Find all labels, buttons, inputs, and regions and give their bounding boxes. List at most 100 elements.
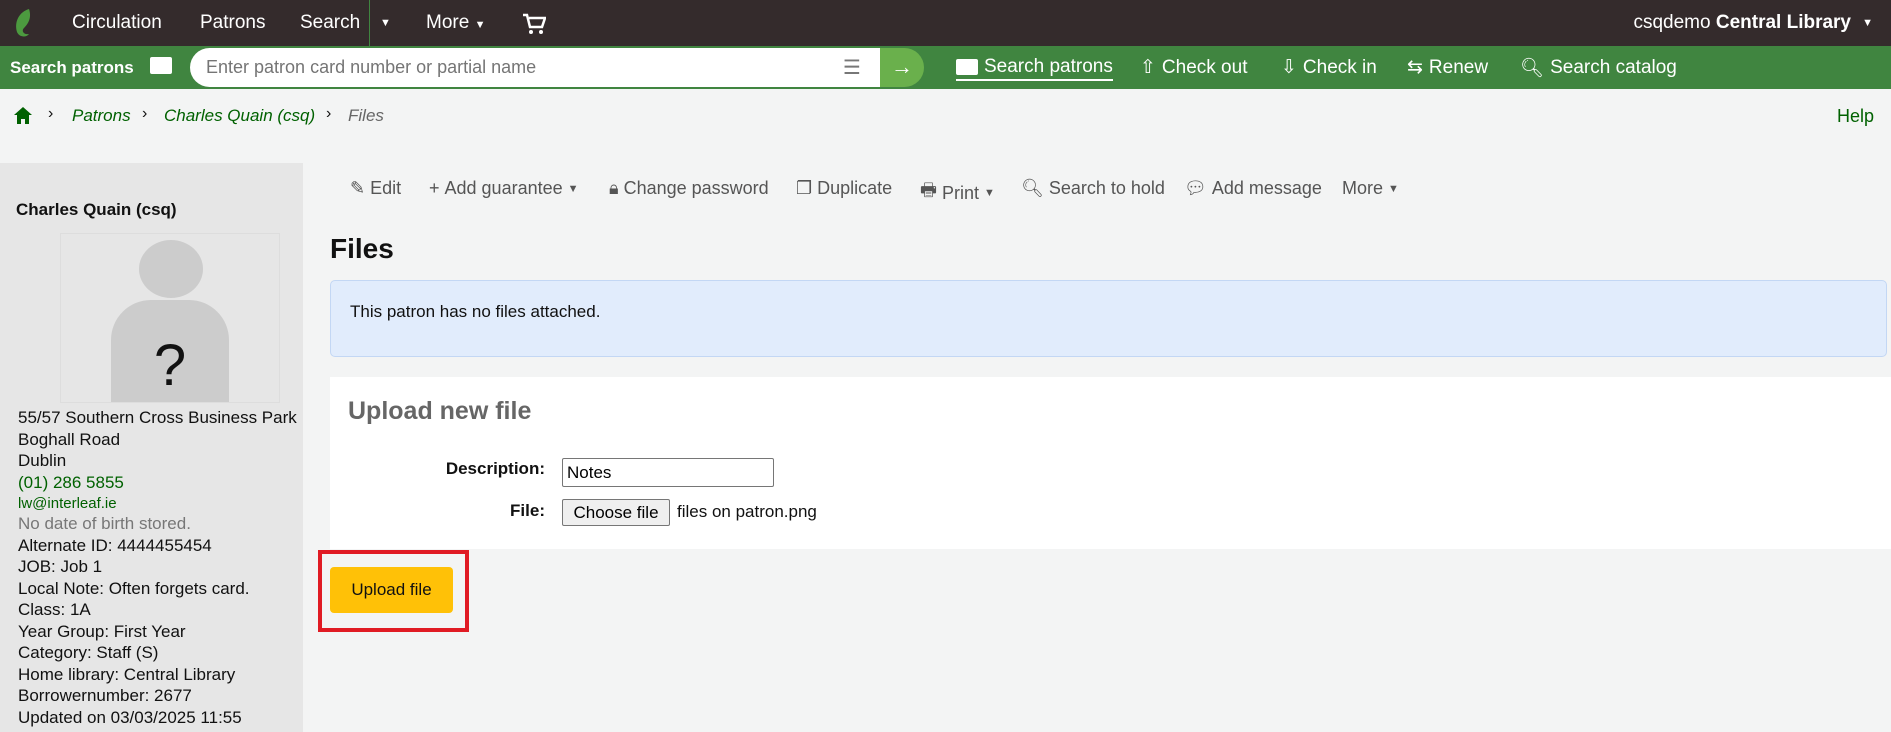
search-to-hold-button[interactable]: 🔍︎ Search to hold	[1021, 178, 1165, 199]
detail-line: Category: Staff (S)	[18, 643, 159, 662]
detail-line: Borrowernumber: 2677	[18, 686, 192, 705]
link-label: Check out	[1161, 56, 1248, 78]
renew-icon: ⇆	[1407, 57, 1423, 78]
choose-file-button[interactable]: Choose file	[562, 499, 670, 526]
link-label: Check in	[1302, 56, 1377, 78]
detail-line: Home library: Central Library	[18, 665, 236, 684]
nav-circulation[interactable]: Circulation	[72, 12, 162, 34]
patron-photo[interactable]: ?	[60, 233, 280, 403]
breadcrumb-patron[interactable]: Charles Quain (csq)	[164, 106, 315, 126]
breadcrumb-patrons[interactable]: Patrons	[72, 106, 131, 126]
library-name: Central Library	[1715, 12, 1851, 33]
home-icon[interactable]	[14, 107, 32, 124]
detail-line: Local Note: Often forgets card.	[18, 579, 250, 598]
unknown-avatar-icon: ?	[111, 300, 229, 402]
nav-more-label: More	[426, 12, 470, 33]
address-line: 55/57 Southern Cross Business Park	[18, 408, 297, 427]
comment-icon: 💬︎	[1184, 178, 1207, 198]
cart-icon[interactable]	[522, 13, 546, 35]
chevron-down-icon: ▼	[474, 19, 486, 31]
breadcrumb-separator: ›	[48, 105, 54, 122]
link-search-patrons[interactable]: Search patrons	[956, 56, 1113, 81]
duplicate-button[interactable]: ❐ Duplicate	[796, 178, 892, 199]
search-options-icon[interactable]: ☰	[843, 55, 861, 80]
print-button[interactable]: 🖶︎ Print ▼	[920, 178, 995, 208]
patron-search-input[interactable]	[206, 52, 826, 83]
user-menu[interactable]: csqdemo Central Library	[1633, 12, 1851, 34]
link-label: Search patrons	[984, 56, 1113, 77]
nav-more[interactable]: More ▼	[426, 12, 485, 34]
label: Change password	[623, 178, 769, 198]
description-input[interactable]	[562, 458, 774, 487]
chevron-down-icon: ▼	[984, 187, 995, 199]
label: Add message	[1211, 178, 1322, 198]
download-icon: ⇩	[1281, 57, 1297, 78]
divider	[369, 0, 370, 46]
patron-phone[interactable]: (01) 286 5855	[18, 472, 124, 494]
nav-patrons[interactable]: Patrons	[200, 12, 265, 34]
username: csqdemo	[1633, 12, 1711, 33]
chevron-down-icon[interactable]: ▼	[1862, 17, 1873, 29]
more-button[interactable]: More ▼	[1342, 178, 1399, 199]
label: Duplicate	[817, 178, 893, 198]
upload-form-panel: Upload new file Description: File: Choos…	[330, 377, 1891, 549]
top-navbar: Circulation Patrons Search ▼ More ▼ csqd…	[0, 0, 1891, 46]
info-message: This patron has no files attached.	[350, 302, 601, 321]
breadcrumb-current: Files	[348, 106, 384, 125]
search-dropdown-caret-icon[interactable]: ▼	[380, 17, 391, 29]
label: Search to hold	[1048, 178, 1165, 198]
upload-heading: Upload new file	[348, 397, 532, 425]
patron-card-icon	[956, 59, 978, 75]
patron-sidebar: Charles Quain (csq) ? 55/57 Southern Cro…	[0, 163, 303, 732]
address-line: Dublin	[18, 451, 67, 470]
lock-icon: 🔒︎	[609, 178, 619, 198]
label: Edit	[370, 178, 402, 198]
patron-dob: No date of birth stored.	[18, 514, 191, 533]
info-alert: This patron has no files attached.	[330, 280, 1887, 357]
label: More	[1342, 178, 1384, 198]
detail-line: JOB: Job 1	[18, 557, 103, 576]
file-label: File:	[510, 501, 545, 520]
selected-filename: files on patron.png	[677, 502, 817, 521]
page-title: Files	[330, 233, 394, 264]
help-link[interactable]: Help	[1837, 106, 1874, 127]
link-renew[interactable]: ⇆ Renew	[1407, 56, 1488, 79]
upload-icon: ⇧	[1140, 57, 1156, 78]
description-label: Description:	[445, 459, 545, 478]
change-password-button[interactable]: 🔒︎ Change password	[609, 178, 769, 199]
copy-icon: ❐	[796, 178, 813, 198]
search-submit-arrow-icon[interactable]: →	[880, 48, 924, 87]
detail-line: Class: 1A	[18, 600, 91, 619]
address-line: Boghall Road	[18, 430, 121, 449]
detail-line: Alternate ID: 4444455454	[18, 536, 212, 555]
search-type-label[interactable]: Search patrons	[10, 58, 134, 78]
add-guarantee-button[interactable]: + Add guarantee ▼	[429, 178, 579, 199]
link-label: Renew	[1428, 56, 1489, 78]
patron-email[interactable]: lw@interleaf.ie	[18, 493, 117, 515]
breadcrumb-separator: ›	[142, 105, 148, 122]
label: Add guarantee	[444, 178, 563, 198]
label: Print	[942, 182, 980, 203]
koha-logo-icon[interactable]	[13, 8, 37, 38]
search-bar: Search patrons ☰ → Search patrons ⇧Check…	[0, 46, 1891, 89]
plus-icon: +	[429, 178, 440, 198]
link-check-out[interactable]: ⇧ Check out	[1140, 56, 1247, 79]
link-label: Search catalog	[1550, 57, 1677, 78]
detail-line: Year Group: First Year	[18, 622, 186, 641]
chevron-down-icon: ▼	[1388, 182, 1399, 195]
edit-button[interactable]: ✎ Edit	[350, 178, 401, 199]
breadcrumb-separator: ›	[326, 105, 332, 122]
printer-icon: 🖶︎	[920, 180, 937, 200]
avatar-head	[139, 240, 203, 298]
add-message-button[interactable]: 💬︎ Add message	[1184, 178, 1322, 199]
patron-card-icon	[150, 57, 172, 74]
nav-search[interactable]: Search	[300, 12, 360, 34]
link-search-catalog[interactable]: 🔍︎ Search catalog	[1520, 56, 1677, 80]
upload-file-button[interactable]: Upload file	[330, 567, 453, 613]
search-icon: 🔍︎	[1021, 178, 1044, 198]
patron-name: Charles Quain (csq)	[16, 200, 177, 219]
link-check-in[interactable]: ⇩ Check in	[1281, 56, 1377, 79]
pencil-icon: ✎	[350, 178, 366, 198]
search-icon: 🔍︎	[1520, 58, 1545, 79]
chevron-down-icon: ▼	[567, 182, 579, 195]
